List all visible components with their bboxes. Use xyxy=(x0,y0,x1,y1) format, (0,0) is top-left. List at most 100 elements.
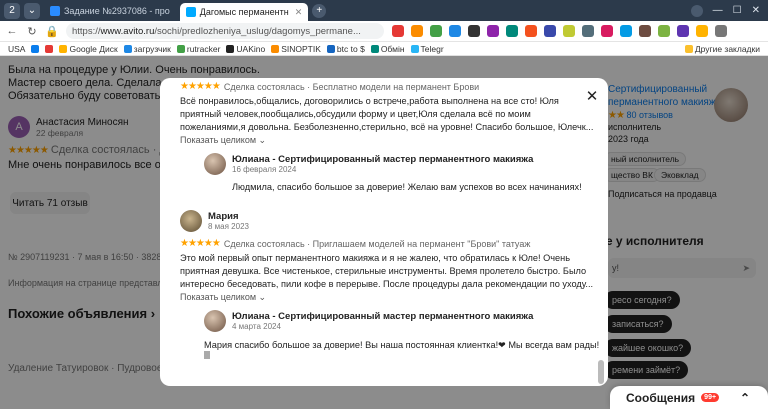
address-bar-row: ← ↻ 🔒 https://www.avito.ru/sochi/predloz… xyxy=(0,21,768,42)
tab-task[interactable]: Задание №2937086 - про xyxy=(44,2,176,20)
bookmark-label: Обмін xyxy=(380,43,405,54)
extension-icon[interactable] xyxy=(430,25,442,37)
tab-favicon-icon xyxy=(50,5,60,16)
extension-icon[interactable] xyxy=(620,25,632,37)
tab-counter[interactable]: 2 xyxy=(4,2,20,19)
url-host: www.avito.ru xyxy=(100,25,155,37)
extension-icon[interactable] xyxy=(392,25,404,37)
bookmark-icon xyxy=(59,44,68,53)
reply-text: Мария спасибо большое за доверие! Вы наш… xyxy=(204,340,600,350)
review-status-text: Сделка состоялась · Приглашаем моделей н… xyxy=(223,238,531,249)
modal-scrollbar[interactable] xyxy=(598,360,604,384)
extensions-bar xyxy=(392,25,727,37)
review-status: ★★★★★ Сделка состоялась · Приглашаем мод… xyxy=(180,238,530,249)
bookmark-label: Telegr xyxy=(420,43,444,54)
bookmark-item[interactable]: Telegr xyxy=(410,43,444,54)
bookmark-icon xyxy=(176,44,185,53)
avatar xyxy=(204,310,226,332)
bookmark-item[interactable] xyxy=(31,44,40,53)
chevron-up-icon[interactable]: ⌃ xyxy=(740,391,750,405)
extension-icon[interactable] xyxy=(639,25,651,37)
chevron-down-icon[interactable]: ⌄ xyxy=(24,2,40,19)
url-prefix: https:// xyxy=(72,25,101,37)
bookmark-item[interactable]: btc to $ xyxy=(326,44,365,54)
review-text-line: Всё понравилось,общались, договорились о… xyxy=(180,96,559,106)
avatar xyxy=(204,153,226,175)
review-text-line: приятный человек,пообщались,обсудили фор… xyxy=(180,109,531,119)
tab-avito[interactable]: Дагомыс перманентн ✕ xyxy=(179,3,309,21)
profile-icon[interactable] xyxy=(690,4,703,17)
messages-badge: 99+ xyxy=(701,393,720,402)
extension-icon[interactable] xyxy=(449,25,461,37)
extension-icon[interactable] xyxy=(525,25,537,37)
extension-icon[interactable] xyxy=(411,25,423,37)
seller-reply-header: Юлиана - Сертифицированный мастер перман… xyxy=(204,153,533,175)
maximize-icon[interactable]: ☐ xyxy=(733,5,742,16)
reload-icon[interactable]: ↻ xyxy=(24,25,40,38)
reply-text: Людмила, спасибо большое за доверие! Жел… xyxy=(232,182,582,192)
extension-icon[interactable] xyxy=(506,25,518,37)
bookmark-item[interactable]: SINOPTIK xyxy=(271,44,321,54)
bookmark-icon xyxy=(326,44,335,53)
bookmark-item[interactable]: USA xyxy=(8,44,25,54)
reviewer-name: Мария xyxy=(208,211,239,222)
reply-author: Юлиана - Сертифицированный мастер перман… xyxy=(232,154,534,165)
avito-favicon-icon xyxy=(185,7,196,17)
bookmark-icon xyxy=(226,44,235,53)
bookmark-icon xyxy=(45,44,54,53)
reply-author: Юлиана - Сертифицированный мастер перман… xyxy=(232,311,534,322)
extension-icon[interactable] xyxy=(563,25,575,37)
close-icon[interactable]: ✕ xyxy=(584,88,600,105)
seller-reply-header: Юлиана - Сертифицированный мастер перман… xyxy=(204,310,533,332)
extension-icon[interactable] xyxy=(544,25,556,37)
bookmark-item[interactable]: rutracker xyxy=(176,44,220,54)
bookmarks-bar: USA Google Диск загрузчик rutracker UAKi… xyxy=(0,42,768,56)
bookmark-other-folder[interactable]: Другие закладки xyxy=(684,43,768,54)
extension-icon[interactable] xyxy=(601,25,613,37)
review-text-line: приятная девушка. Все чистенькое, стерил… xyxy=(180,266,587,276)
reviewer-header: Мария 8 мая 2023 xyxy=(180,210,249,232)
extension-icon[interactable] xyxy=(582,25,594,37)
bookmark-icon xyxy=(410,44,419,53)
reply-date: 4 марта 2024 xyxy=(232,322,281,331)
bookmark-item[interactable]: Google Диск xyxy=(59,44,118,54)
messages-label: Сообщения xyxy=(626,390,696,405)
show-full-review-link[interactable]: Показать целиком ⌄ xyxy=(180,292,266,303)
lock-icon: 🔒 xyxy=(45,25,59,38)
back-icon[interactable]: ← xyxy=(4,25,20,37)
bookmark-label: Другие закладки xyxy=(694,43,760,54)
show-full-review-link[interactable]: Показать целиком ⌄ xyxy=(180,135,266,146)
rating-stars: ★★★★★ xyxy=(180,81,221,92)
review-text-line: Это мой первый опыт перманентного макияж… xyxy=(180,253,571,263)
reviewer-date: 8 мая 2023 xyxy=(208,222,249,231)
bookmark-item[interactable] xyxy=(45,44,54,53)
close-tab-icon[interactable]: ✕ xyxy=(295,7,303,18)
extension-icon[interactable] xyxy=(487,25,499,37)
extension-icon[interactable] xyxy=(696,25,708,37)
avatar xyxy=(180,210,202,232)
reviews-modal: ✕ ★★★★★ Сделка состоялась · Бесплатно мо… xyxy=(160,78,608,386)
bookmark-item[interactable]: Обмін xyxy=(370,43,405,54)
review-text-line: пожеланиями,я довольна. Безболезненно,ст… xyxy=(180,122,594,132)
new-tab-button[interactable]: + xyxy=(312,3,327,18)
url-path: /sochi/predlozheniya_uslug/dagomys_perma… xyxy=(154,25,361,37)
bookmark-label: SINOPTIK xyxy=(281,43,321,54)
bookmark-item[interactable]: загрузчик xyxy=(123,44,171,54)
bookmark-label: USA xyxy=(8,43,26,54)
tab-title: Задание №2937086 - про xyxy=(64,5,170,16)
bookmark-item[interactable]: UAKino xyxy=(226,44,265,54)
close-window-icon[interactable]: ✕ xyxy=(752,5,760,16)
messages-bar[interactable]: Сообщения 99+ ⌃ xyxy=(610,386,768,409)
review-status-text: Сделка состоялась · Бесплатно модели на … xyxy=(223,81,480,92)
extension-icon[interactable] xyxy=(468,25,480,37)
tab-title: Дагомыс перманентн xyxy=(199,7,289,17)
menu-icon[interactable] xyxy=(715,25,727,37)
url-field[interactable]: https://www.avito.ru/sochi/predlozheniya… xyxy=(66,23,384,39)
extension-icon[interactable] xyxy=(658,25,670,37)
review-status: ★★★★★ Сделка состоялась · Бесплатно моде… xyxy=(180,81,479,92)
reply-date: 16 февраля 2024 xyxy=(232,165,297,174)
bookmark-label: UAKino xyxy=(236,43,266,54)
extension-icon[interactable] xyxy=(677,25,689,37)
bookmark-icon xyxy=(271,44,280,53)
minimize-icon[interactable]: — xyxy=(713,5,723,16)
